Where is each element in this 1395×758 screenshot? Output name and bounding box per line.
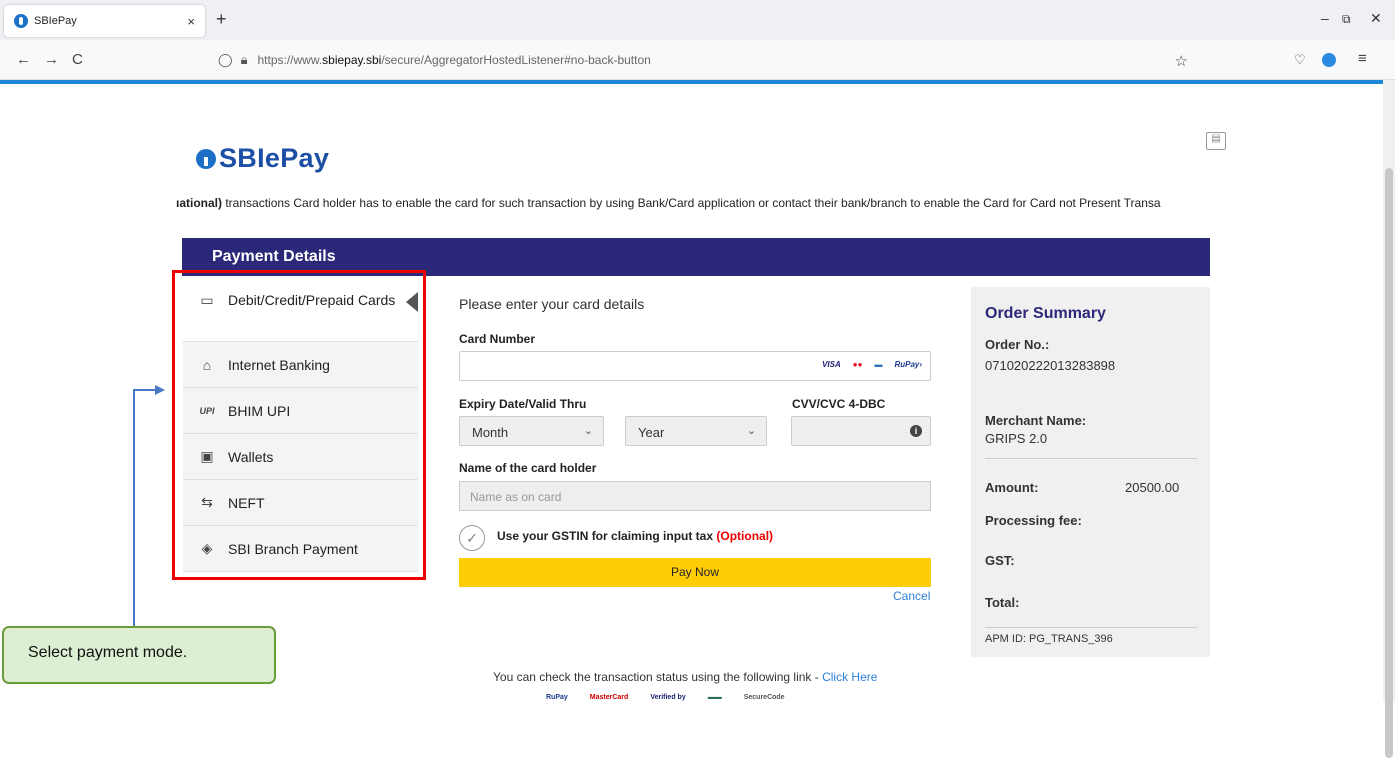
expiry-label: Expiry Date/Valid Thru [459, 397, 587, 411]
callout-box: Select payment mode. [2, 626, 276, 684]
order-no-label: Order No.: [985, 337, 1050, 352]
rupay-footer-logo: RuPay [546, 694, 568, 701]
marquee-bold-text: ıational) [176, 196, 223, 210]
back-button[interactable]: ← [16, 51, 31, 68]
year-select[interactable]: Year ⌄ [625, 416, 767, 446]
securecode-logo: SecureCode [743, 694, 785, 701]
lock-icon[interactable]: 🔒︎ [241, 52, 248, 68]
sbiepay-logo: SBIePay [196, 143, 329, 174]
logo-text: SBIePay [219, 143, 330, 173]
secure-logo: ▬▬ [707, 694, 722, 701]
footer-logos: RuPay MasterCard Verified by ▬▬ SecureCo… [546, 694, 785, 701]
callout-connector [133, 390, 135, 626]
click-here-link[interactable]: Click Here [822, 670, 877, 684]
cvv-label: CVV/CVC 4-DBC [792, 397, 886, 411]
nav-bar: ← → C ◯ 🔒︎ https://www. sbiepay.sbi/secur… [0, 40, 1395, 80]
year-value: Year [638, 425, 665, 440]
order-no-value: 071020222013283898 [985, 358, 1116, 373]
month-select[interactable]: Month ⌄ [459, 416, 604, 446]
shield-icon[interactable]: ◯ [218, 52, 233, 68]
holder-name-label: Name of the card holder [459, 461, 597, 475]
new-tab-button[interactable]: + [216, 9, 227, 30]
mastercard-logo: ●● [852, 360, 863, 369]
sbi-logo-icon [196, 149, 216, 169]
window-close-button[interactable]: ✕ [1370, 10, 1382, 27]
merchant-label: Merchant Name: [985, 413, 1087, 428]
callout-arrow-icon [155, 385, 165, 395]
callout-connector [133, 389, 157, 391]
status-check-text: You can check the transaction status usi… [493, 670, 877, 684]
page-top-bar [0, 80, 1383, 84]
url-bar[interactable]: ◯ 🔒︎ https://www. sbiepay.sbi/secure/Aggr… [206, 44, 1188, 76]
card-brand-logos: VISA ●● ▬ RuPay› [822, 360, 922, 369]
amount-label: Amount: [985, 480, 1039, 495]
url-domain: sbiepay.sbi [322, 53, 382, 67]
verified-by-visa-logo: Verified by [650, 694, 686, 701]
gst-checkbox[interactable]: ✓ [459, 525, 485, 551]
info-icon[interactable]: i [910, 425, 922, 437]
menu-icon[interactable]: ≡ [1358, 50, 1367, 67]
pocket-icon[interactable]: ♡ [1294, 52, 1306, 68]
mastercard-footer-logo: MasterCard [589, 694, 629, 701]
divider [985, 627, 1197, 628]
processing-fee-label: Processing fee: [985, 513, 1082, 528]
gst-text: Use your GSTIN for claiming input tax [497, 529, 714, 543]
card-number-label: Card Number [459, 332, 536, 346]
bookmark-star-icon[interactable]: ☆ [1175, 52, 1188, 70]
url-path: /secure/AggregatorHostedListener#no-back… [381, 53, 651, 67]
merchant-value: GRIPS 2.0 [985, 431, 1048, 446]
sbi-favicon-icon [14, 14, 28, 28]
chevron-down-icon: ⌄ [746, 425, 756, 437]
restore-button[interactable]: ⧉ [1342, 12, 1351, 27]
reload-button[interactable]: C [72, 51, 83, 68]
apm-id: APM ID: PG_TRANS_396 [985, 633, 1113, 645]
tab-title: SBIePay [34, 15, 77, 27]
notice-marquee: ıational) transactions Card holder has t… [176, 196, 1212, 214]
forward-button[interactable]: → [44, 51, 59, 68]
cancel-link[interactable]: Cancel [893, 589, 930, 603]
account-icon[interactable] [1322, 53, 1336, 67]
tab-bar: SBIePay × + – ⧉ ✕ [0, 0, 1395, 40]
order-summary: Order Summary Order No.: 071020222013283… [971, 287, 1210, 657]
holder-name-input[interactable]: Name as on card [459, 481, 931, 511]
order-summary-title: Order Summary [985, 305, 1106, 322]
highlight-box [172, 270, 426, 580]
card-number-input[interactable]: VISA ●● ▬ RuPay› [459, 351, 931, 381]
close-tab-icon[interactable]: × [187, 14, 195, 29]
amount-value: 20500.00 [1125, 480, 1180, 495]
gst-optional: (Optional) [716, 529, 774, 543]
gst-label: Use your GSTIN for claiming input tax (O… [497, 529, 773, 543]
pay-now-button[interactable]: Pay Now [459, 558, 931, 587]
marquee-text: transactions Card holder has to enable t… [222, 196, 1161, 210]
amex-logo: ▬ [874, 360, 883, 369]
scrollbar-thumb[interactable] [1385, 168, 1393, 758]
url-prefix: https://www. [257, 53, 323, 67]
status-check-label: You can check the transaction status usi… [493, 670, 823, 684]
print-icon[interactable]: ▤ [1206, 132, 1226, 150]
chevron-down-icon: ⌄ [583, 425, 593, 437]
month-value: Month [472, 425, 509, 440]
scrollbar[interactable] [1383, 80, 1395, 758]
minimize-button[interactable]: – [1321, 10, 1329, 26]
browser-tab[interactable]: SBIePay × [4, 5, 205, 37]
cvv-input[interactable]: i [791, 416, 931, 446]
visa-logo: VISA [822, 360, 841, 369]
card-form-title: Please enter your card details [459, 296, 645, 312]
total-label: Total: [985, 595, 1020, 610]
gst-summary-label: GST: [985, 553, 1015, 568]
rupay-logo: RuPay› [894, 360, 922, 369]
divider [985, 458, 1197, 459]
